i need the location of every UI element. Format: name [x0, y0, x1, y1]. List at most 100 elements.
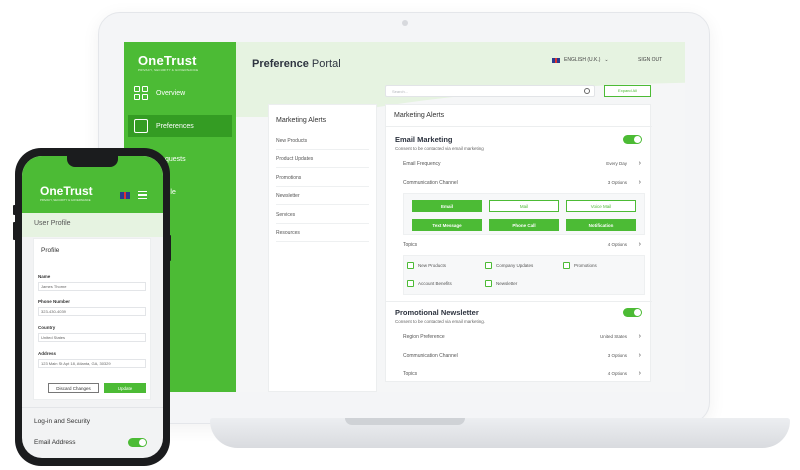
newsletter-channel-row[interactable]: Communication Channel 3 Options › — [403, 352, 641, 363]
language-selector[interactable]: ENGLISH (U.K.) ⌄ — [552, 57, 609, 63]
uk-flag-icon[interactable] — [120, 192, 130, 199]
checkbox-icon — [407, 280, 414, 287]
profile-card: Profile Name James Thorne Phone Number 3… — [33, 238, 151, 400]
login-security-heading: Log-in and Security — [34, 418, 91, 425]
alerts-menu-item[interactable]: Resources — [276, 230, 369, 242]
alerts-menu-item[interactable]: Product Updates — [276, 156, 369, 168]
phone-screen: OneTrust PRIVACY, SECURITY & GOVERNANCE … — [22, 156, 163, 458]
chevron-right-icon: › — [638, 179, 641, 186]
laptop-base — [210, 418, 790, 448]
phone-number-field[interactable]: 323-430-4039 — [38, 307, 146, 316]
row-value: 4 Options — [607, 242, 627, 247]
email-marketing-subtitle: Consent to be contacted via email market… — [395, 146, 484, 151]
row-value: 3 Options — [607, 353, 627, 358]
channel-options-panel: Email Mail Voice Mail Text Message Phone… — [403, 193, 645, 235]
search-input[interactable]: Search... — [385, 85, 595, 97]
chevron-down-icon: ⌄ — [604, 57, 609, 63]
row-value: 3 Options — [607, 180, 627, 185]
name-label: Name — [38, 274, 51, 279]
laptop-screen: OneTrust PRIVACY, SECURITY & GOVERNANCE … — [124, 42, 685, 392]
channel-email-button[interactable]: Email — [412, 200, 482, 212]
row-label: Communication Channel — [403, 180, 458, 186]
language-label: ENGLISH (U.K.) — [564, 57, 601, 63]
channel-text-message-button[interactable]: Text Message — [412, 219, 482, 231]
checkbox-icon — [407, 262, 414, 269]
chevron-right-icon: › — [638, 160, 641, 167]
chevron-right-icon: › — [638, 333, 641, 340]
topic-checkbox[interactable]: Newsletter — [485, 280, 517, 287]
row-value: United States — [599, 334, 627, 339]
sidebar-item-label: Preferences — [156, 122, 194, 130]
topic-checkbox[interactable]: New Products — [407, 262, 446, 269]
channel-phone-call-button[interactable]: Phone Call — [489, 219, 559, 231]
page-title: Preference Portal — [252, 58, 341, 70]
phone-notch — [67, 156, 118, 167]
row-label: Topics — [403, 371, 418, 377]
card-title: Marketing Alerts — [394, 112, 445, 119]
sign-out-link[interactable]: SIGN OUT — [638, 57, 662, 63]
checkbox-icon — [485, 262, 492, 269]
alerts-menu-item[interactable]: New Products — [276, 138, 369, 150]
newsletter-title: Promotional Newsletter — [395, 308, 479, 317]
channel-voice-mail-button[interactable]: Voice Mail — [566, 200, 636, 212]
brand-tagline: PRIVACY, SECURITY & GOVERNANCE — [138, 68, 199, 72]
email-marketing-toggle[interactable] — [623, 135, 642, 144]
alerts-menu: Marketing Alerts New Products Product Up… — [268, 104, 377, 392]
grid-icon — [134, 86, 148, 100]
update-button[interactable]: Update — [104, 383, 146, 393]
topic-checkbox[interactable]: Promotions — [563, 262, 597, 269]
row-value: Every Day — [606, 161, 627, 166]
channel-notification-button[interactable]: Notification — [566, 219, 636, 231]
sidebar-item-preferences[interactable]: Preferences — [128, 115, 232, 137]
chevron-right-icon: › — [638, 352, 641, 359]
region-preference-row[interactable]: Region Preference United States › — [403, 333, 641, 344]
topic-checkbox[interactable]: Company Updates — [485, 262, 533, 269]
row-label: Communication Channel — [403, 353, 458, 359]
name-field[interactable]: James Thorne — [38, 282, 146, 291]
preferences-card: Marketing Alerts Email Marketing Consent… — [385, 104, 652, 382]
phone-number-label: Phone Number — [38, 299, 71, 304]
email-frequency-row[interactable]: Email Frequency Every Day › — [403, 160, 641, 171]
laptop-base-notch — [345, 418, 465, 425]
divider — [22, 407, 163, 408]
row-label: Email Frequency — [403, 161, 441, 167]
newsletter-topics-row[interactable]: Topics 4 Options › — [403, 370, 641, 381]
alerts-menu-item[interactable]: Services — [276, 212, 369, 224]
discard-changes-button[interactable]: Discard Changes — [48, 383, 99, 393]
checkbox-icon — [485, 280, 492, 287]
email-marketing-title: Email Marketing — [395, 135, 453, 144]
divider — [386, 301, 652, 302]
expand-all-button[interactable]: Expand All — [604, 85, 651, 97]
topics-row[interactable]: Topics 4 Options › — [403, 241, 641, 252]
channel-mail-button[interactable]: Mail — [489, 200, 559, 212]
alerts-menu-heading: Marketing Alerts — [276, 117, 327, 124]
search-icon[interactable] — [584, 88, 590, 94]
alerts-menu-item[interactable]: Newsletter — [276, 193, 369, 205]
address-field[interactable]: 123 Main St Apt 18, Atlanta, GA, 30329 — [38, 359, 146, 368]
email-address-label: Email Address — [34, 439, 76, 446]
uk-flag-icon — [552, 57, 560, 63]
newsletter-subtitle: Consent to be contacted via email market… — [395, 319, 486, 324]
chevron-right-icon: › — [638, 370, 641, 377]
topics-panel: New Products Company Updates Promotions … — [403, 255, 645, 295]
search-placeholder: Search... — [392, 89, 409, 94]
divider — [386, 126, 652, 127]
newsletter-toggle[interactable] — [623, 308, 642, 317]
sidebar-item-overview[interactable]: Overview — [128, 82, 232, 104]
phone-brand-tagline: PRIVACY, SECURITY & GOVERNANCE — [40, 198, 91, 202]
section-label: User Profile — [34, 220, 71, 227]
hamburger-menu-icon[interactable] — [138, 191, 147, 199]
topic-checkbox[interactable]: Account Benefits — [407, 280, 452, 287]
country-label: Country — [38, 325, 56, 330]
alerts-menu-item[interactable]: Promotions — [276, 175, 369, 187]
page-title-rest: Portal — [308, 58, 341, 70]
brand-logo: OneTrust — [138, 53, 197, 68]
row-label: Region Preference — [403, 334, 445, 340]
camera-dot — [402, 20, 408, 26]
country-field[interactable]: United States — [38, 333, 146, 342]
communication-channel-row[interactable]: Communication Channel 3 Options › — [403, 179, 641, 190]
sliders-icon — [134, 119, 148, 133]
phone-brand-logo: OneTrust — [40, 184, 93, 198]
email-address-toggle[interactable] — [128, 438, 147, 447]
chevron-right-icon: › — [638, 241, 641, 248]
